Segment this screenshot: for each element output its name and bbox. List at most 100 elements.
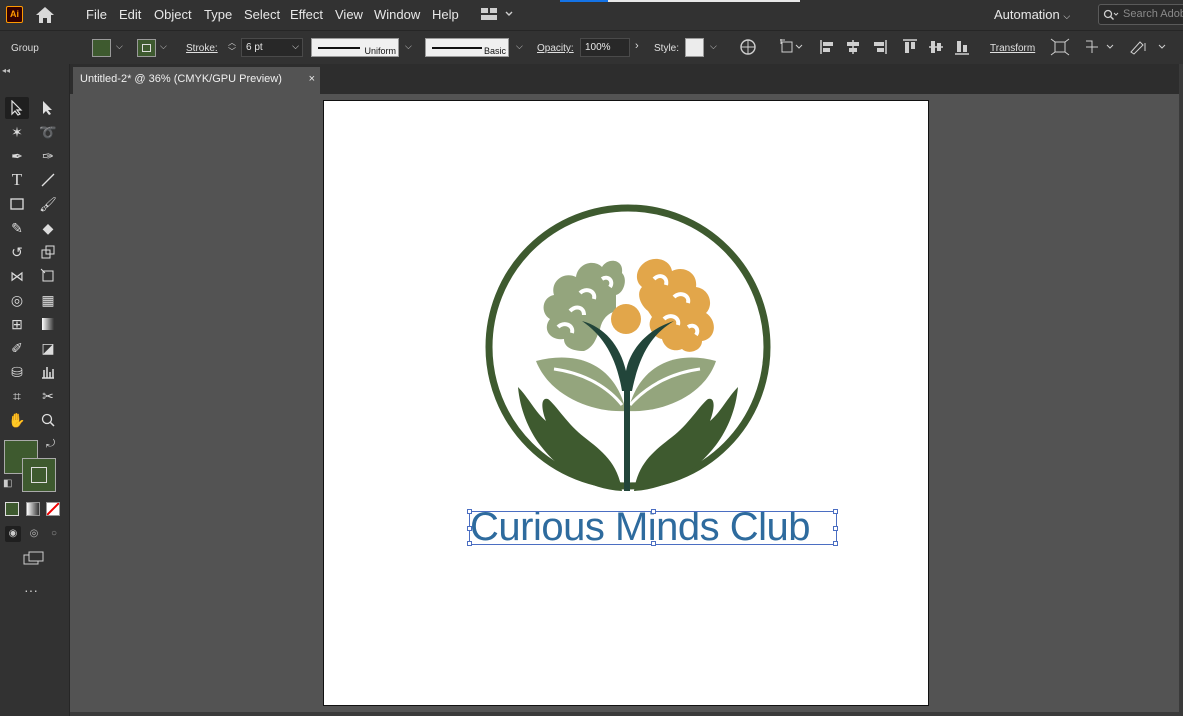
color-mode-icon[interactable]	[5, 502, 19, 516]
align-vertical-center-icon[interactable]	[927, 38, 945, 59]
graphic-style-swatch[interactable]	[685, 38, 704, 57]
draw-inside-icon[interactable]: ○	[46, 526, 62, 542]
left-brain-shape	[543, 260, 625, 351]
collapse-panel-icon[interactable]: ◂◂	[2, 66, 10, 75]
align-bottom-icon[interactable]	[953, 38, 971, 59]
stroke-weight-field[interactable]: 6 pt ⌵	[241, 38, 303, 57]
lasso-tool-icon[interactable]: ➰	[36, 121, 60, 143]
search-input[interactable]: Search Adobe Stock	[1098, 4, 1183, 25]
menu-type[interactable]: Type	[204, 7, 232, 22]
selection-handle[interactable]	[467, 509, 472, 514]
gradient-mode-icon[interactable]	[26, 502, 40, 516]
stroke-stepper-icon[interactable]: ︿ ﹀	[228, 38, 236, 56]
fill-dropdown-icon[interactable]: ⌵	[116, 41, 123, 52]
artboard-tool-icon[interactable]: ⌗	[5, 385, 29, 407]
edit-toolbar-icon[interactable]: ···	[24, 582, 38, 598]
stroke-color-box[interactable]	[22, 458, 56, 492]
shape-builder-tool-icon[interactable]: ◎	[5, 289, 29, 311]
line-segment-tool-icon[interactable]	[36, 169, 60, 191]
gradient-tool-icon[interactable]	[36, 313, 60, 335]
brush-dropdown-icon[interactable]: ⌵	[516, 41, 523, 52]
pen-tool-icon[interactable]: ✒	[5, 145, 29, 167]
screen-mode-icon[interactable]	[22, 550, 46, 571]
blend-tool-icon[interactable]: ◪	[36, 337, 60, 359]
arrange-documents-button[interactable]	[480, 7, 514, 24]
free-transform-tool-icon[interactable]	[36, 265, 60, 287]
shaper-tool-icon[interactable]: ✎	[5, 217, 29, 239]
paintbrush-tool-icon[interactable]: 🖌	[36, 193, 60, 215]
puppet-warp-icon[interactable]	[1083, 38, 1117, 59]
symbol-sprayer-tool-icon[interactable]: ⛁	[5, 361, 29, 383]
selection-handle[interactable]	[467, 541, 472, 546]
document-tab-title: Untitled-2* @ 36% (CMYK/GPU Preview)	[80, 73, 282, 85]
menu-file[interactable]: File	[86, 7, 107, 22]
home-icon[interactable]	[35, 6, 55, 24]
direct-selection-tool-icon[interactable]	[36, 97, 60, 119]
menu-select[interactable]: Select	[244, 7, 280, 22]
opacity-label[interactable]: Opacity:	[537, 43, 574, 54]
selection-tool-icon[interactable]	[5, 97, 29, 119]
selection-handle[interactable]	[833, 541, 838, 546]
none-mode-icon[interactable]	[46, 502, 60, 516]
profile-dropdown-icon[interactable]: ⌵	[405, 41, 412, 52]
align-horizontal-center-icon[interactable]	[844, 38, 862, 59]
opacity-field[interactable]: 100%	[580, 38, 630, 57]
workspace-switcher[interactable]: Automation ⌵	[994, 7, 1070, 22]
curvature-tool-icon[interactable]: ✑	[36, 145, 60, 167]
tools-panel: ◂◂ ✶ ➰ ✒ ✑ T 🖌 ✎ ◆ ↺ ⋈ ◎ ▦ ⊞ ✐ ◪ ⛁ ⌗ ✂ ✋…	[0, 64, 70, 716]
eraser-tool-icon[interactable]: ◆	[36, 217, 60, 239]
brush-definition[interactable]: Basic	[425, 38, 509, 57]
scale-tool-icon[interactable]	[36, 241, 60, 263]
draw-normal-icon[interactable]: ◉	[5, 526, 21, 542]
stroke-dropdown-icon[interactable]: ⌵	[160, 41, 167, 52]
stroke-label[interactable]: Stroke:	[186, 43, 218, 54]
align-right-icon[interactable]	[870, 38, 888, 59]
align-left-icon[interactable]	[819, 38, 837, 59]
mesh-tool-icon[interactable]: ⊞	[5, 313, 29, 335]
type-tool-icon[interactable]: T	[5, 169, 29, 191]
slice-tool-icon[interactable]: ✂	[36, 385, 60, 407]
style-label: Style:	[654, 43, 680, 54]
eyedropper-tool-icon[interactable]: ✐	[5, 337, 29, 359]
swap-fill-stroke-icon[interactable]: ⤾	[46, 438, 55, 451]
magic-wand-tool-icon[interactable]: ✶	[5, 121, 29, 143]
menu-effect[interactable]: Effect	[290, 7, 323, 22]
document-tab[interactable]: Untitled-2* @ 36% (CMYK/GPU Preview) ×	[73, 67, 320, 94]
selection-handle[interactable]	[833, 526, 838, 531]
close-tab-icon[interactable]: ×	[309, 73, 315, 85]
menu-help[interactable]: Help	[432, 7, 459, 22]
selection-handle[interactable]	[651, 509, 656, 514]
isolate-group-icon[interactable]	[1050, 38, 1070, 59]
transform-button[interactable]: Transform	[990, 43, 1035, 54]
perspective-grid-tool-icon[interactable]: ▦	[36, 289, 60, 311]
variable-width-profile[interactable]: Uniform	[311, 38, 399, 57]
opacity-slider-icon[interactable]: ›	[635, 40, 639, 52]
rotate-tool-icon[interactable]: ↺	[5, 241, 29, 263]
text-selection-box[interactable]	[467, 509, 838, 546]
vertical-scrollbar[interactable]	[1179, 64, 1183, 716]
style-dropdown-icon[interactable]: ⌵	[710, 41, 717, 52]
width-tool-icon[interactable]: ⋈	[5, 265, 29, 287]
more-options-icon[interactable]	[1128, 38, 1168, 59]
column-graph-tool-icon[interactable]	[36, 361, 60, 383]
default-fill-stroke-icon[interactable]: ◧	[3, 478, 12, 489]
menu-view[interactable]: View	[335, 7, 363, 22]
selection-handle[interactable]	[467, 526, 472, 531]
align-to-icon[interactable]	[779, 38, 805, 59]
fill-swatch[interactable]	[92, 39, 111, 57]
draw-behind-icon[interactable]: ◎	[26, 526, 42, 542]
recolor-artwork-icon[interactable]	[739, 38, 757, 59]
selection-handle[interactable]	[651, 541, 656, 546]
menu-edit[interactable]: Edit	[119, 7, 141, 22]
menu-window[interactable]: Window	[374, 7, 420, 22]
hand-tool-icon[interactable]: ✋	[5, 409, 29, 431]
zoom-tool-icon[interactable]	[36, 409, 60, 431]
horizontal-scrollbar[interactable]	[70, 712, 1183, 716]
selection-handle[interactable]	[833, 509, 838, 514]
menu-object[interactable]: Object	[154, 7, 192, 22]
align-top-icon[interactable]	[901, 38, 919, 59]
logo-graphic[interactable]	[484, 201, 774, 493]
artboard[interactable]: Curious Minds Club	[323, 100, 929, 706]
stroke-swatch[interactable]	[137, 39, 156, 57]
rectangle-tool-icon[interactable]	[5, 193, 29, 215]
